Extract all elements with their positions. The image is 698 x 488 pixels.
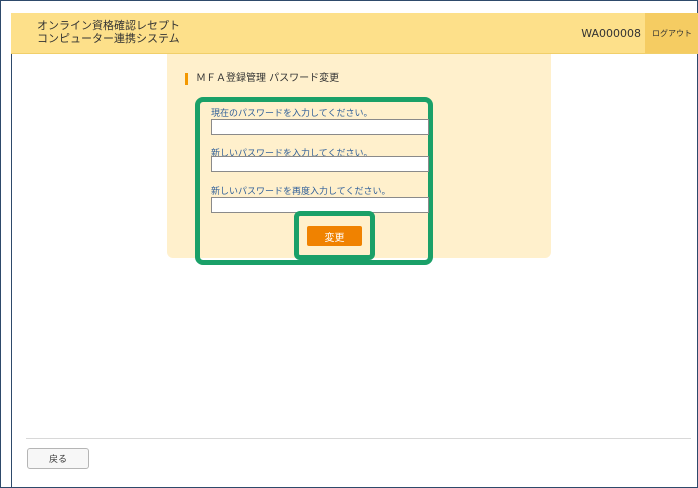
footer-divider	[26, 438, 691, 439]
app-window: オンライン資格確認レセプト コンピューター連携システム WA000008 ログア…	[0, 0, 698, 488]
change-button[interactable]: 変更	[307, 226, 362, 246]
app-title-line1: オンライン資格確認レセプト	[37, 19, 180, 32]
new-password-input[interactable]	[211, 156, 429, 172]
user-id: WA000008	[581, 27, 641, 40]
logout-button[interactable]: ログアウト	[645, 13, 698, 53]
confirm-password-label: 新しいパスワードを再度入力してください。	[211, 187, 391, 197]
app-title: オンライン資格確認レセプト コンピューター連携システム	[37, 19, 180, 45]
password-change-panel: ＭＦＡ登録管理 パスワード変更 現在のパスワードを入力してください。 新しいパス…	[167, 54, 551, 265]
left-divider	[11, 54, 12, 488]
section-title: ＭＦＡ登録管理 パスワード変更	[185, 73, 339, 85]
current-password-label: 現在のパスワードを入力してください。	[211, 109, 373, 119]
current-password-input[interactable]	[211, 119, 429, 135]
header-bar: オンライン資格確認レセプト コンピューター連携システム WA000008 ログア…	[11, 13, 698, 54]
submit-button-highlight: 変更	[294, 211, 375, 260]
app-title-line2: コンピューター連携システム	[37, 32, 180, 45]
back-button[interactable]: 戻る	[27, 448, 89, 469]
